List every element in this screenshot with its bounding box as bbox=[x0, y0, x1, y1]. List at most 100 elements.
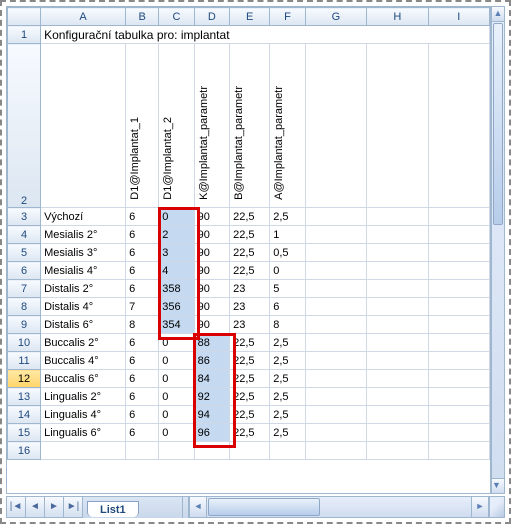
cell-C13[interactable]: 0 bbox=[159, 388, 194, 406]
hscroll-thumb[interactable] bbox=[208, 498, 320, 516]
col-header-B[interactable]: B bbox=[126, 8, 159, 26]
cell-F9[interactable]: 8 bbox=[270, 316, 305, 334]
cell-empty[interactable] bbox=[367, 406, 428, 424]
cell-empty[interactable] bbox=[428, 208, 489, 226]
tab-splitter[interactable] bbox=[182, 496, 189, 518]
cell-F3[interactable]: 2,5 bbox=[270, 208, 305, 226]
row-header-1[interactable]: 1 bbox=[8, 26, 41, 44]
cell-B15[interactable]: 6 bbox=[126, 424, 159, 442]
cell-B6[interactable]: 6 bbox=[126, 262, 159, 280]
cell-E6[interactable]: 22,5 bbox=[230, 262, 270, 280]
cell-empty[interactable] bbox=[428, 406, 489, 424]
nav-next-button[interactable]: ► bbox=[44, 496, 63, 518]
cell-A8[interactable]: Distalis 4° bbox=[41, 298, 126, 316]
cell-empty[interactable] bbox=[428, 262, 489, 280]
scroll-right-button[interactable]: ► bbox=[471, 497, 488, 517]
cell-C10[interactable]: 0 bbox=[159, 334, 194, 352]
cell-empty[interactable] bbox=[305, 298, 366, 316]
cell-D10[interactable]: 88 bbox=[194, 334, 229, 352]
cell-empty[interactable] bbox=[428, 388, 489, 406]
cell-D3[interactable]: 90 bbox=[194, 208, 229, 226]
cell-empty[interactable] bbox=[428, 316, 489, 334]
cell-empty[interactable] bbox=[367, 280, 428, 298]
row-header-9[interactable]: 9 bbox=[8, 316, 41, 334]
cell-F14[interactable]: 2,5 bbox=[270, 406, 305, 424]
cell-A2[interactable] bbox=[41, 44, 126, 208]
cell-F5[interactable]: 0,5 bbox=[270, 244, 305, 262]
cell-empty[interactable] bbox=[367, 244, 428, 262]
cell-empty[interactable] bbox=[367, 442, 428, 460]
cell-E4[interactable]: 22,5 bbox=[230, 226, 270, 244]
cell-A14[interactable]: Lingualis 4° bbox=[41, 406, 126, 424]
cell-C14[interactable]: 0 bbox=[159, 406, 194, 424]
cell-F13[interactable]: 2,5 bbox=[270, 388, 305, 406]
cell-A12[interactable]: Buccalis 6° bbox=[41, 370, 126, 388]
cell-D14[interactable]: 94 bbox=[194, 406, 229, 424]
row-header-8[interactable]: 8 bbox=[8, 298, 41, 316]
cell-E15[interactable]: 22,5 bbox=[230, 424, 270, 442]
cell-empty[interactable] bbox=[305, 226, 366, 244]
cell-empty[interactable] bbox=[367, 388, 428, 406]
cell-A16[interactable] bbox=[41, 442, 126, 460]
cell-A11[interactable]: Buccalis 4° bbox=[41, 352, 126, 370]
cell-empty[interactable] bbox=[428, 226, 489, 244]
nav-first-button[interactable]: |◄ bbox=[6, 496, 25, 518]
nav-prev-button[interactable]: ◄ bbox=[25, 496, 44, 518]
cell-F7[interactable]: 5 bbox=[270, 280, 305, 298]
cell-B8[interactable]: 7 bbox=[126, 298, 159, 316]
cell-C4[interactable]: 2 bbox=[159, 226, 194, 244]
cell-D11[interactable]: 86 bbox=[194, 352, 229, 370]
sheet-tab-bar[interactable]: List1 bbox=[83, 496, 182, 518]
cell-A9[interactable]: Distalis 6° bbox=[41, 316, 126, 334]
row-header-6[interactable]: 6 bbox=[8, 262, 41, 280]
cell-F12[interactable]: 2,5 bbox=[270, 370, 305, 388]
cell-empty[interactable] bbox=[305, 352, 366, 370]
cell-empty[interactable] bbox=[305, 424, 366, 442]
scroll-down-button[interactable]: ▼ bbox=[492, 478, 504, 493]
horizontal-scrollbar[interactable]: ◄ ► bbox=[189, 496, 489, 518]
cell-F2[interactable]: A@Implantat_parametr bbox=[270, 44, 305, 208]
cell-A5[interactable]: Mesialis 3° bbox=[41, 244, 126, 262]
cell-empty[interactable] bbox=[367, 262, 428, 280]
cell-D15[interactable]: 96 bbox=[194, 424, 229, 442]
spreadsheet-table[interactable]: A B C D E F G H I 1 Konfigurační tabulka… bbox=[7, 7, 490, 460]
nav-last-button[interactable]: ►| bbox=[63, 496, 83, 518]
cell-D2[interactable]: K@Implantat_parametr bbox=[194, 44, 229, 208]
sheet-tab-active[interactable]: List1 bbox=[87, 501, 139, 517]
resize-grip[interactable] bbox=[489, 496, 505, 518]
row-header-3[interactable]: 3 bbox=[8, 208, 41, 226]
col-header-I[interactable]: I bbox=[428, 8, 489, 26]
cell-empty[interactable] bbox=[305, 442, 366, 460]
cell-C8[interactable]: 356 bbox=[159, 298, 194, 316]
cell-A10[interactable]: Buccalis 2° bbox=[41, 334, 126, 352]
cell-C5[interactable]: 3 bbox=[159, 244, 194, 262]
cell-A13[interactable]: Lingualis 2° bbox=[41, 388, 126, 406]
col-header-F[interactable]: F bbox=[270, 8, 305, 26]
vertical-scrollbar[interactable]: ▲ ▼ bbox=[491, 6, 505, 494]
cell-E10[interactable]: 22,5 bbox=[230, 334, 270, 352]
cell-D16[interactable] bbox=[194, 442, 229, 460]
cell-E12[interactable]: 22,5 bbox=[230, 370, 270, 388]
cell-C7[interactable]: 358 bbox=[159, 280, 194, 298]
cell-B16[interactable] bbox=[126, 442, 159, 460]
cell-H2[interactable] bbox=[367, 44, 428, 208]
cell-D6[interactable]: 90 bbox=[194, 262, 229, 280]
col-header-D[interactable]: D bbox=[194, 8, 229, 26]
cell-empty[interactable] bbox=[305, 244, 366, 262]
cell-F6[interactable]: 0 bbox=[270, 262, 305, 280]
row-header-10[interactable]: 10 bbox=[8, 334, 41, 352]
cell-A4[interactable]: Mesialis 2° bbox=[41, 226, 126, 244]
row-header-12[interactable]: 12 bbox=[8, 370, 41, 388]
cell-C15[interactable]: 0 bbox=[159, 424, 194, 442]
cell-empty[interactable] bbox=[428, 370, 489, 388]
cell-G2[interactable] bbox=[305, 44, 366, 208]
cell-E16[interactable] bbox=[230, 442, 270, 460]
cell-E11[interactable]: 22,5 bbox=[230, 352, 270, 370]
cell-B3[interactable]: 6 bbox=[126, 208, 159, 226]
cell-B9[interactable]: 8 bbox=[126, 316, 159, 334]
select-all-corner[interactable] bbox=[8, 8, 41, 26]
cell-empty[interactable] bbox=[305, 334, 366, 352]
cell-empty[interactable] bbox=[367, 370, 428, 388]
title-cell[interactable]: Konfigurační tabulka pro: implantat bbox=[41, 26, 490, 44]
grid-area[interactable]: A B C D E F G H I 1 Konfigurační tabulka… bbox=[6, 6, 491, 494]
